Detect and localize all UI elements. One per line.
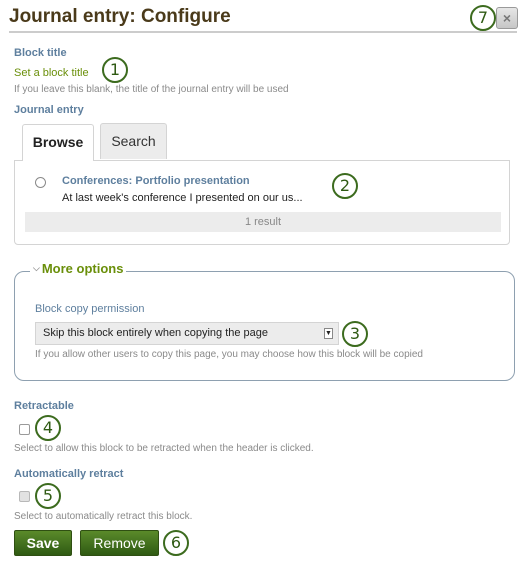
callout-4: 4 [35,415,61,441]
result-count: 1 result [25,212,501,232]
copy-permission-value: Skip this block entirely when copying th… [43,327,269,339]
title-divider [9,31,517,33]
callout-5: 5 [35,483,61,509]
close-button[interactable]: × [496,7,518,29]
entry-radio[interactable] [35,177,46,188]
copy-permission-select[interactable]: Skip this block entirely when copying th… [35,322,339,345]
callout-3: 3 [342,321,368,347]
callout-1: 1 [102,57,128,83]
entry-excerpt: At last week's conference I presented on… [62,192,303,204]
remove-button[interactable]: Remove [80,530,159,556]
entry-title[interactable]: Conferences: Portfolio presentation [62,175,250,187]
copy-permission-label: Block copy permission [35,303,145,315]
dialog-title: Journal entry: Configure [9,6,231,27]
chevron-down-icon: ⌵ [33,263,40,273]
block-title-help: If you leave this blank, the title of th… [14,84,289,95]
more-options-toggle[interactable]: ⌵ More options [30,261,127,276]
save-button[interactable]: Save [14,530,72,556]
retractable-help: Select to allow this block to be retract… [14,443,314,454]
tab-browse[interactable]: Browse [22,124,94,161]
auto-retract-label: Automatically retract [14,468,124,480]
more-options-label: More options [41,261,124,276]
auto-retract-help: Select to automatically retract this blo… [14,511,193,522]
callout-2: 2 [332,173,358,199]
copy-permission-help: If you allow other users to copy this pa… [35,349,423,360]
auto-retract-checkbox[interactable] [19,491,30,502]
callout-7: 7 [470,5,496,31]
journal-entry-label: Journal entry [14,104,84,116]
dropdown-arrow-icon: ▼ [324,328,333,339]
retractable-checkbox[interactable] [19,424,30,435]
block-title-input[interactable]: Set a block title [14,67,89,79]
block-title-label: Block title [14,47,67,59]
retractable-label: Retractable [14,400,74,412]
callout-6: 6 [163,530,189,556]
tab-search[interactable]: Search [100,123,167,159]
close-icon: × [502,10,512,26]
